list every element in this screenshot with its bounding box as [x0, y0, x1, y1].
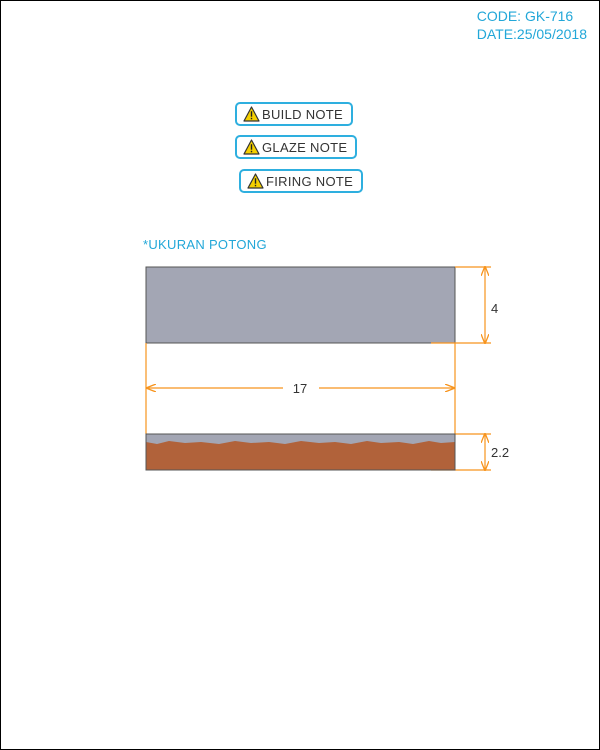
height-dimension-label: 4 — [491, 301, 498, 316]
thickness-dimension-label: 2.2 — [491, 445, 509, 460]
tile-drawing: 4 17 2.2 — [145, 1, 509, 749]
length-dimension-label: 17 — [293, 381, 307, 396]
tile-side-profile — [145, 433, 456, 471]
spec-sheet: CODE: GK-716 DATE:25/05/2018 BUILD NOTE … — [0, 0, 600, 750]
tile-top-view — [145, 266, 456, 344]
